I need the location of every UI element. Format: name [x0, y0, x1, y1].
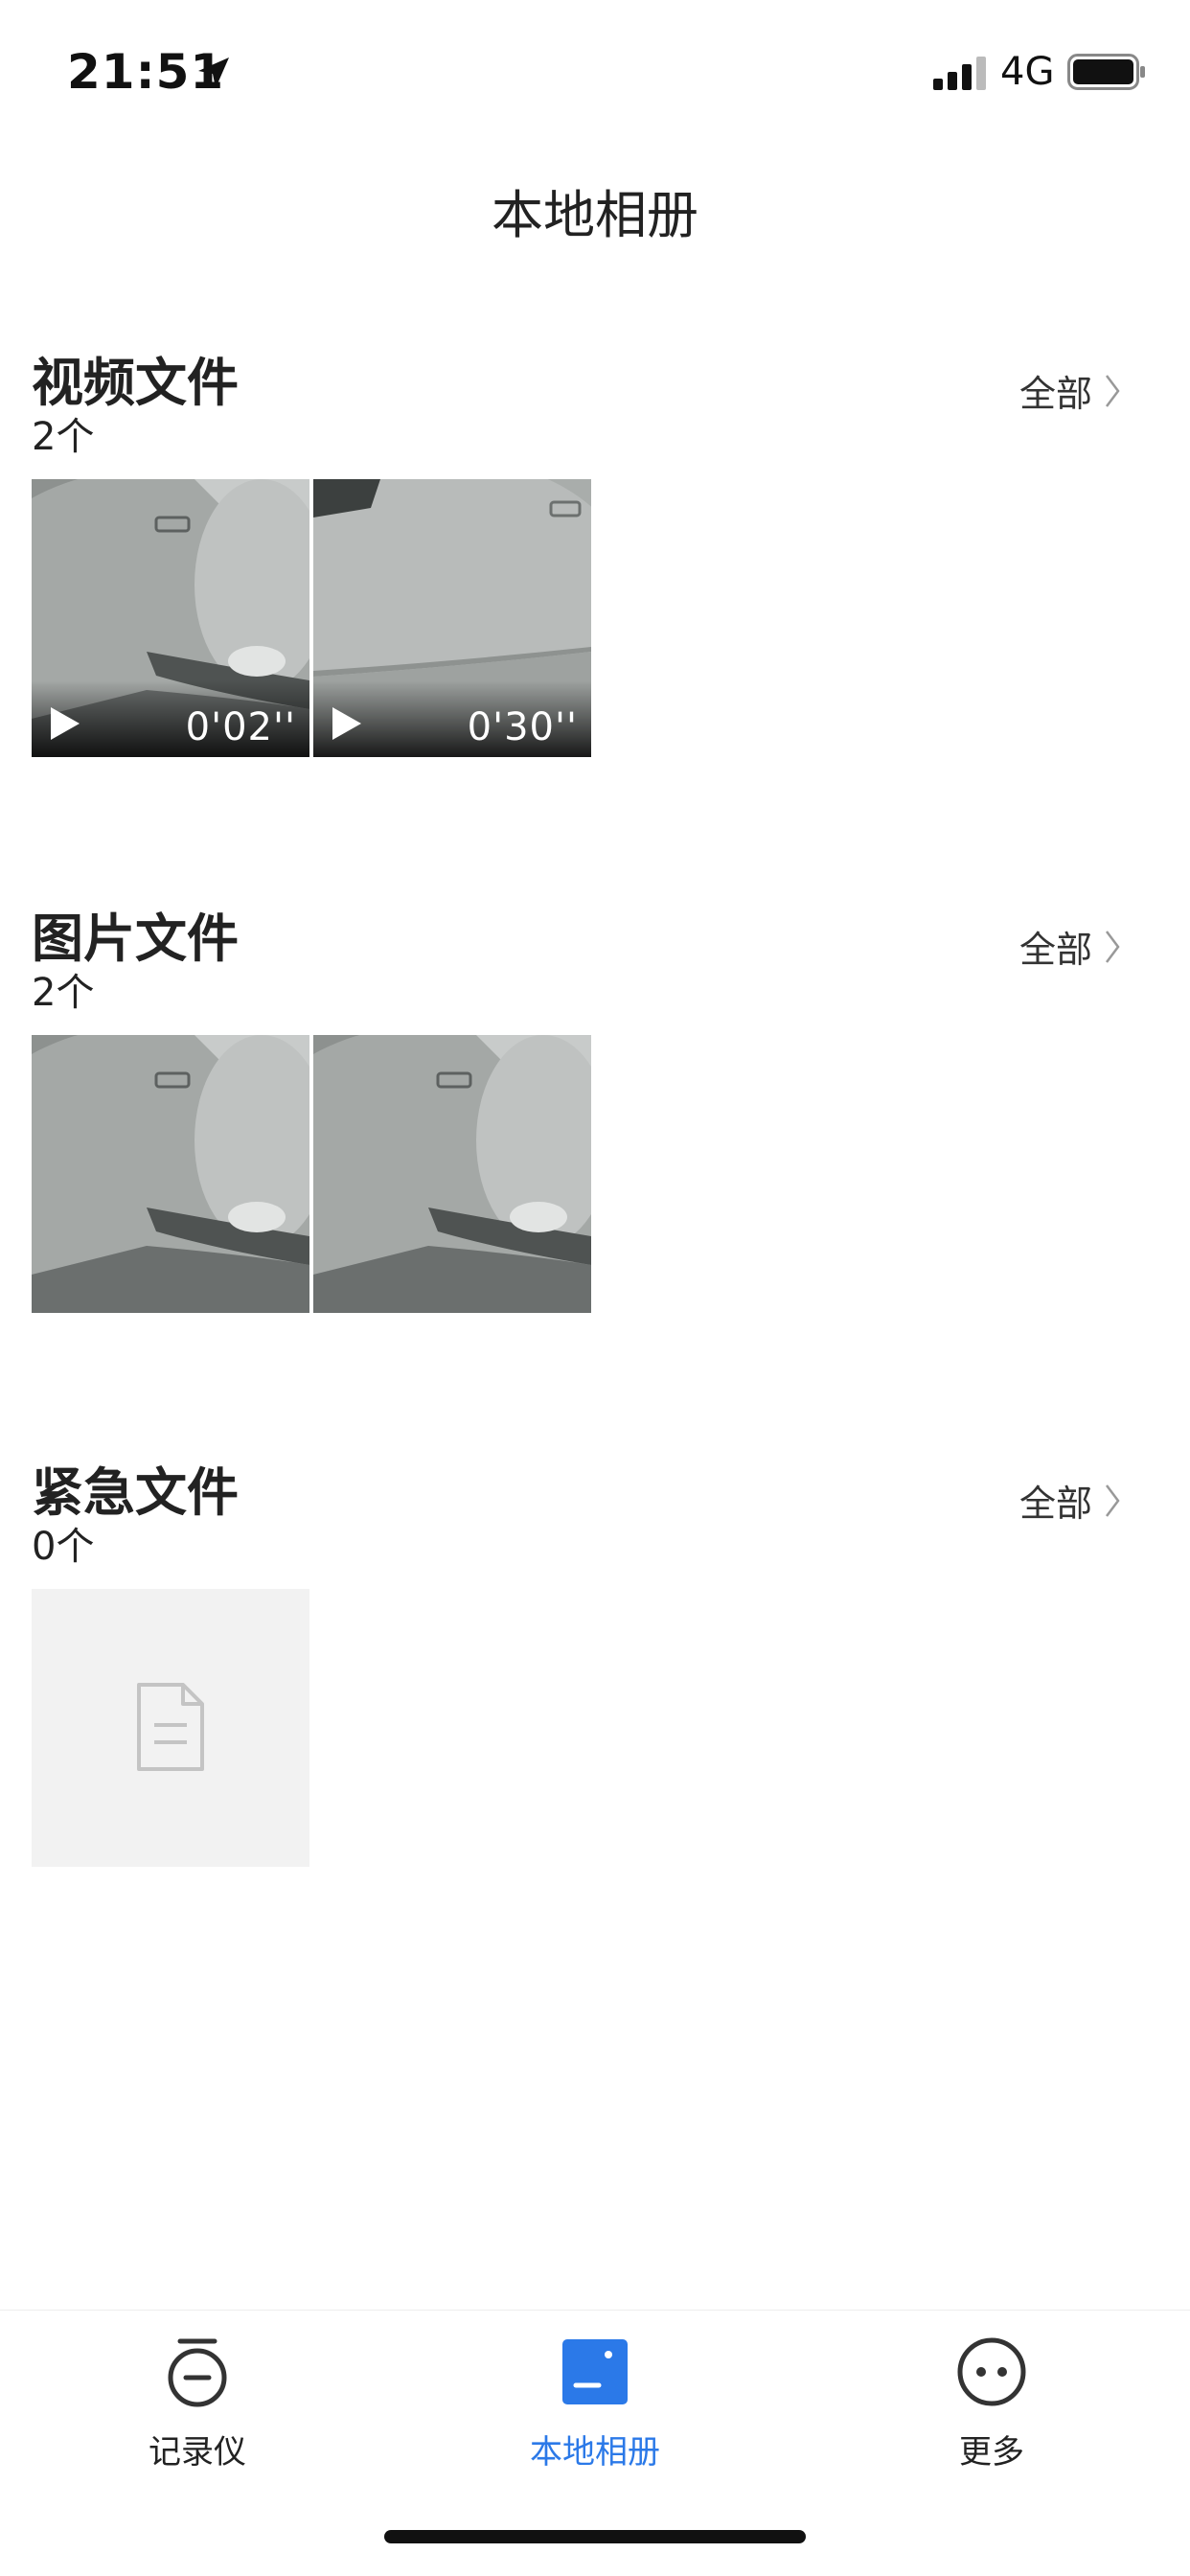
- tab-recorder[interactable]: 记录仪: [54, 2335, 341, 2472]
- battery-icon: [1067, 54, 1145, 90]
- status-bar: 21:51 4G: [0, 0, 1190, 144]
- signal-icon: [933, 57, 986, 90]
- tab-label: 记录仪: [149, 2433, 246, 2472]
- view-all-pictures-button[interactable]: 全部: [1019, 920, 1121, 973]
- chevron-right-icon: [1106, 374, 1120, 407]
- section-count: 0个: [32, 1525, 95, 1569]
- network-type: 4G: [1000, 50, 1055, 94]
- video-duration: 0'30'': [467, 705, 578, 749]
- view-all-label: 全部: [1018, 373, 1092, 415]
- picture-image: [313, 1035, 591, 1313]
- recorder-icon: [168, 2338, 227, 2407]
- video-files-section: 视频文件 2个 全部 0'02'' 0'30'': [0, 340, 1190, 771]
- page-title: 本地相册: [492, 185, 698, 245]
- tab-label: 更多: [959, 2433, 1024, 2472]
- video-thumbnail[interactable]: 0'02'': [32, 479, 309, 757]
- play-icon: [51, 707, 80, 740]
- play-icon: [332, 707, 361, 740]
- album-icon: [562, 2339, 628, 2404]
- chevron-right-icon: [1106, 930, 1120, 963]
- video-thumbnails: 0'02'' 0'30'': [32, 479, 591, 757]
- video-duration: 0'02'': [185, 705, 296, 749]
- video-thumbnail[interactable]: 0'30'': [313, 479, 591, 757]
- view-all-videos-button[interactable]: 全部: [1019, 364, 1121, 417]
- picture-files-section: 图片文件 2个 全部: [0, 896, 1190, 1327]
- picture-thumbnail[interactable]: [313, 1035, 591, 1313]
- home-indicator: [384, 2530, 806, 2543]
- section-count: 2个: [32, 415, 95, 459]
- picture-image: [32, 1035, 309, 1313]
- view-all-emergency-button[interactable]: 全部: [1019, 1474, 1121, 1527]
- chevron-right-icon: [1106, 1484, 1120, 1517]
- picture-thumbnail[interactable]: [32, 1035, 309, 1313]
- tab-label: 本地相册: [530, 2433, 660, 2472]
- picture-thumbnails: [32, 1035, 591, 1313]
- section-count: 2个: [32, 971, 95, 1015]
- tab-local-album[interactable]: 本地相册: [451, 2335, 739, 2472]
- document-icon: [137, 1683, 204, 1771]
- view-all-label: 全部: [1018, 1483, 1092, 1525]
- empty-placeholder: [32, 1589, 309, 1867]
- view-all-label: 全部: [1018, 929, 1092, 971]
- emergency-files-section: 紧急文件 0个 全部: [0, 1450, 1190, 1881]
- tab-more[interactable]: 更多: [848, 2335, 1135, 2472]
- emergency-thumbnails: [32, 1589, 309, 1867]
- more-icon: [957, 2337, 1026, 2406]
- location-arrow-icon: [198, 58, 229, 88]
